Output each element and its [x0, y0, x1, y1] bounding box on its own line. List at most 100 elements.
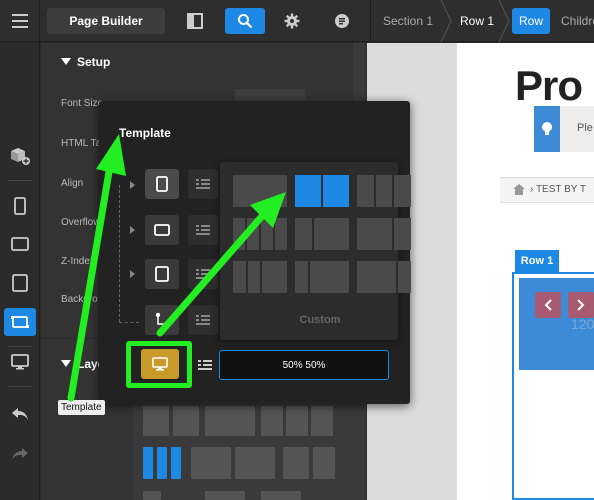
sidebar-toggle-button[interactable]	[179, 8, 211, 34]
layout-option-33-66[interactable]	[295, 218, 349, 250]
tablet-view-button[interactable]	[4, 269, 36, 297]
redo-button[interactable]	[4, 440, 36, 468]
undo-icon	[12, 408, 28, 420]
row-label-tag[interactable]: Row 1	[515, 250, 559, 272]
layout-preset[interactable]	[143, 406, 169, 436]
breadcrumb-section[interactable]: Section 1	[383, 0, 433, 42]
preview-breadcrumb-label: TEST BY T	[535, 184, 586, 195]
desktop-view-button[interactable]	[4, 348, 36, 376]
layout-option-50-50[interactable]	[295, 175, 349, 207]
sidebar-toggle-icon	[187, 13, 203, 29]
highlight-box	[126, 341, 192, 388]
layout-preset[interactable]	[286, 406, 308, 436]
layout-preset-grid	[133, 403, 363, 500]
chevron-right-icon	[577, 299, 585, 311]
tree-arrow-icon	[130, 226, 135, 234]
layout-value-field[interactable]: 50% 50%	[219, 350, 389, 380]
layout-preset[interactable]	[143, 491, 161, 500]
tablet-icon	[12, 274, 28, 292]
template-list-button[interactable]	[192, 350, 218, 380]
custom-layout-option[interactable]: Custom	[220, 314, 420, 326]
home-icon[interactable]	[513, 184, 525, 195]
template-list-button[interactable]	[188, 259, 218, 289]
phone-view-button[interactable]	[4, 192, 36, 220]
layout-preset[interactable]	[191, 447, 231, 479]
setup-section-title: Setup	[77, 55, 111, 69]
layout-preset[interactable]	[173, 406, 199, 436]
monitor-icon	[11, 354, 29, 370]
template-hierarchy-button[interactable]	[145, 305, 179, 335]
tablet-landscape-icon	[11, 237, 29, 251]
tablet-icon	[155, 266, 169, 282]
caret-down-icon	[61, 58, 71, 65]
active-element-button[interactable]: Row	[512, 8, 550, 34]
layout-preset-selected[interactable]	[157, 447, 167, 479]
list-icon	[198, 360, 212, 370]
layout-option-33-33-33[interactable]	[357, 175, 412, 207]
row-view-button[interactable]	[4, 308, 36, 336]
layout-preset[interactable]	[235, 447, 275, 479]
slider-next-button[interactable]	[568, 292, 594, 318]
preview-breadcrumb-text: › TEST BY T	[530, 184, 586, 195]
property-label: Backgro	[61, 294, 98, 305]
layout-option-75-25[interactable]	[357, 261, 411, 293]
slider-prev-button[interactable]	[535, 292, 561, 318]
template-phone-button[interactable]	[145, 169, 179, 199]
layout-preset[interactable]	[261, 491, 301, 500]
layout-option-25-25-50[interactable]	[233, 261, 287, 293]
hierarchy-icon	[155, 312, 169, 327]
list-icon	[196, 269, 210, 279]
layout-preset[interactable]	[261, 406, 283, 436]
tablet-landscape-view-button[interactable]	[4, 230, 36, 258]
breadcrumb-separator	[440, 0, 452, 42]
property-label: Overflow	[61, 217, 101, 228]
top-toolbar: Page Builder Section 1 Row 1 Row Childre…	[0, 0, 594, 42]
code-icon	[335, 14, 349, 28]
rail-divider	[8, 180, 32, 181]
layout-option-25-75[interactable]	[295, 261, 349, 293]
font-size-input[interactable]	[235, 89, 305, 101]
breadcrumb-children[interactable]: Children	[561, 0, 594, 42]
hamburger-menu-button[interactable]	[0, 0, 40, 42]
hamburger-icon	[11, 14, 28, 28]
layout-preset[interactable]	[283, 447, 309, 479]
breadcrumb-row[interactable]: Row 1	[460, 0, 494, 42]
hint-icon-box	[534, 106, 560, 152]
page-builder-button[interactable]: Page Builder	[47, 8, 165, 34]
template-list-button[interactable]	[188, 215, 218, 245]
layout-preset[interactable]	[205, 406, 255, 436]
search-button[interactable]	[225, 8, 265, 34]
list-icon	[196, 225, 210, 235]
layout-preset[interactable]	[313, 447, 335, 479]
search-icon	[238, 14, 253, 29]
lightbulb-icon	[542, 122, 552, 135]
left-rail	[0, 42, 40, 500]
hint-text: Ple	[577, 122, 593, 134]
code-button[interactable]	[326, 8, 358, 34]
redo-icon	[12, 448, 28, 460]
add-components-button[interactable]	[4, 142, 36, 170]
tree-line	[119, 185, 120, 322]
template-list-button[interactable]	[188, 305, 218, 335]
property-label: HTML Ta	[61, 138, 102, 149]
layout-preset[interactable]	[205, 491, 245, 500]
add-components-icon	[11, 148, 30, 165]
template-tablet-button[interactable]	[145, 259, 179, 289]
settings-button[interactable]	[276, 8, 308, 34]
layout-option-66-33[interactable]	[357, 218, 411, 250]
undo-button[interactable]	[4, 400, 36, 428]
setup-section-header[interactable]: Setup	[41, 43, 367, 81]
tablet-landscape-icon	[154, 224, 170, 236]
layout-preset-selected[interactable]	[171, 447, 181, 479]
list-icon	[196, 179, 210, 189]
template-list-button[interactable]	[188, 169, 218, 199]
preview-page-title: Pro	[515, 62, 583, 109]
template-tablet-landscape-button[interactable]	[145, 215, 179, 245]
list-icon	[196, 315, 210, 325]
tree-arrow-icon	[130, 270, 135, 278]
layout-option-25x4[interactable]	[233, 218, 287, 250]
property-label: Font Size	[61, 98, 104, 109]
layout-option-100[interactable]	[233, 175, 287, 207]
layout-preset[interactable]	[311, 406, 333, 436]
layout-preset-selected[interactable]	[143, 447, 153, 479]
